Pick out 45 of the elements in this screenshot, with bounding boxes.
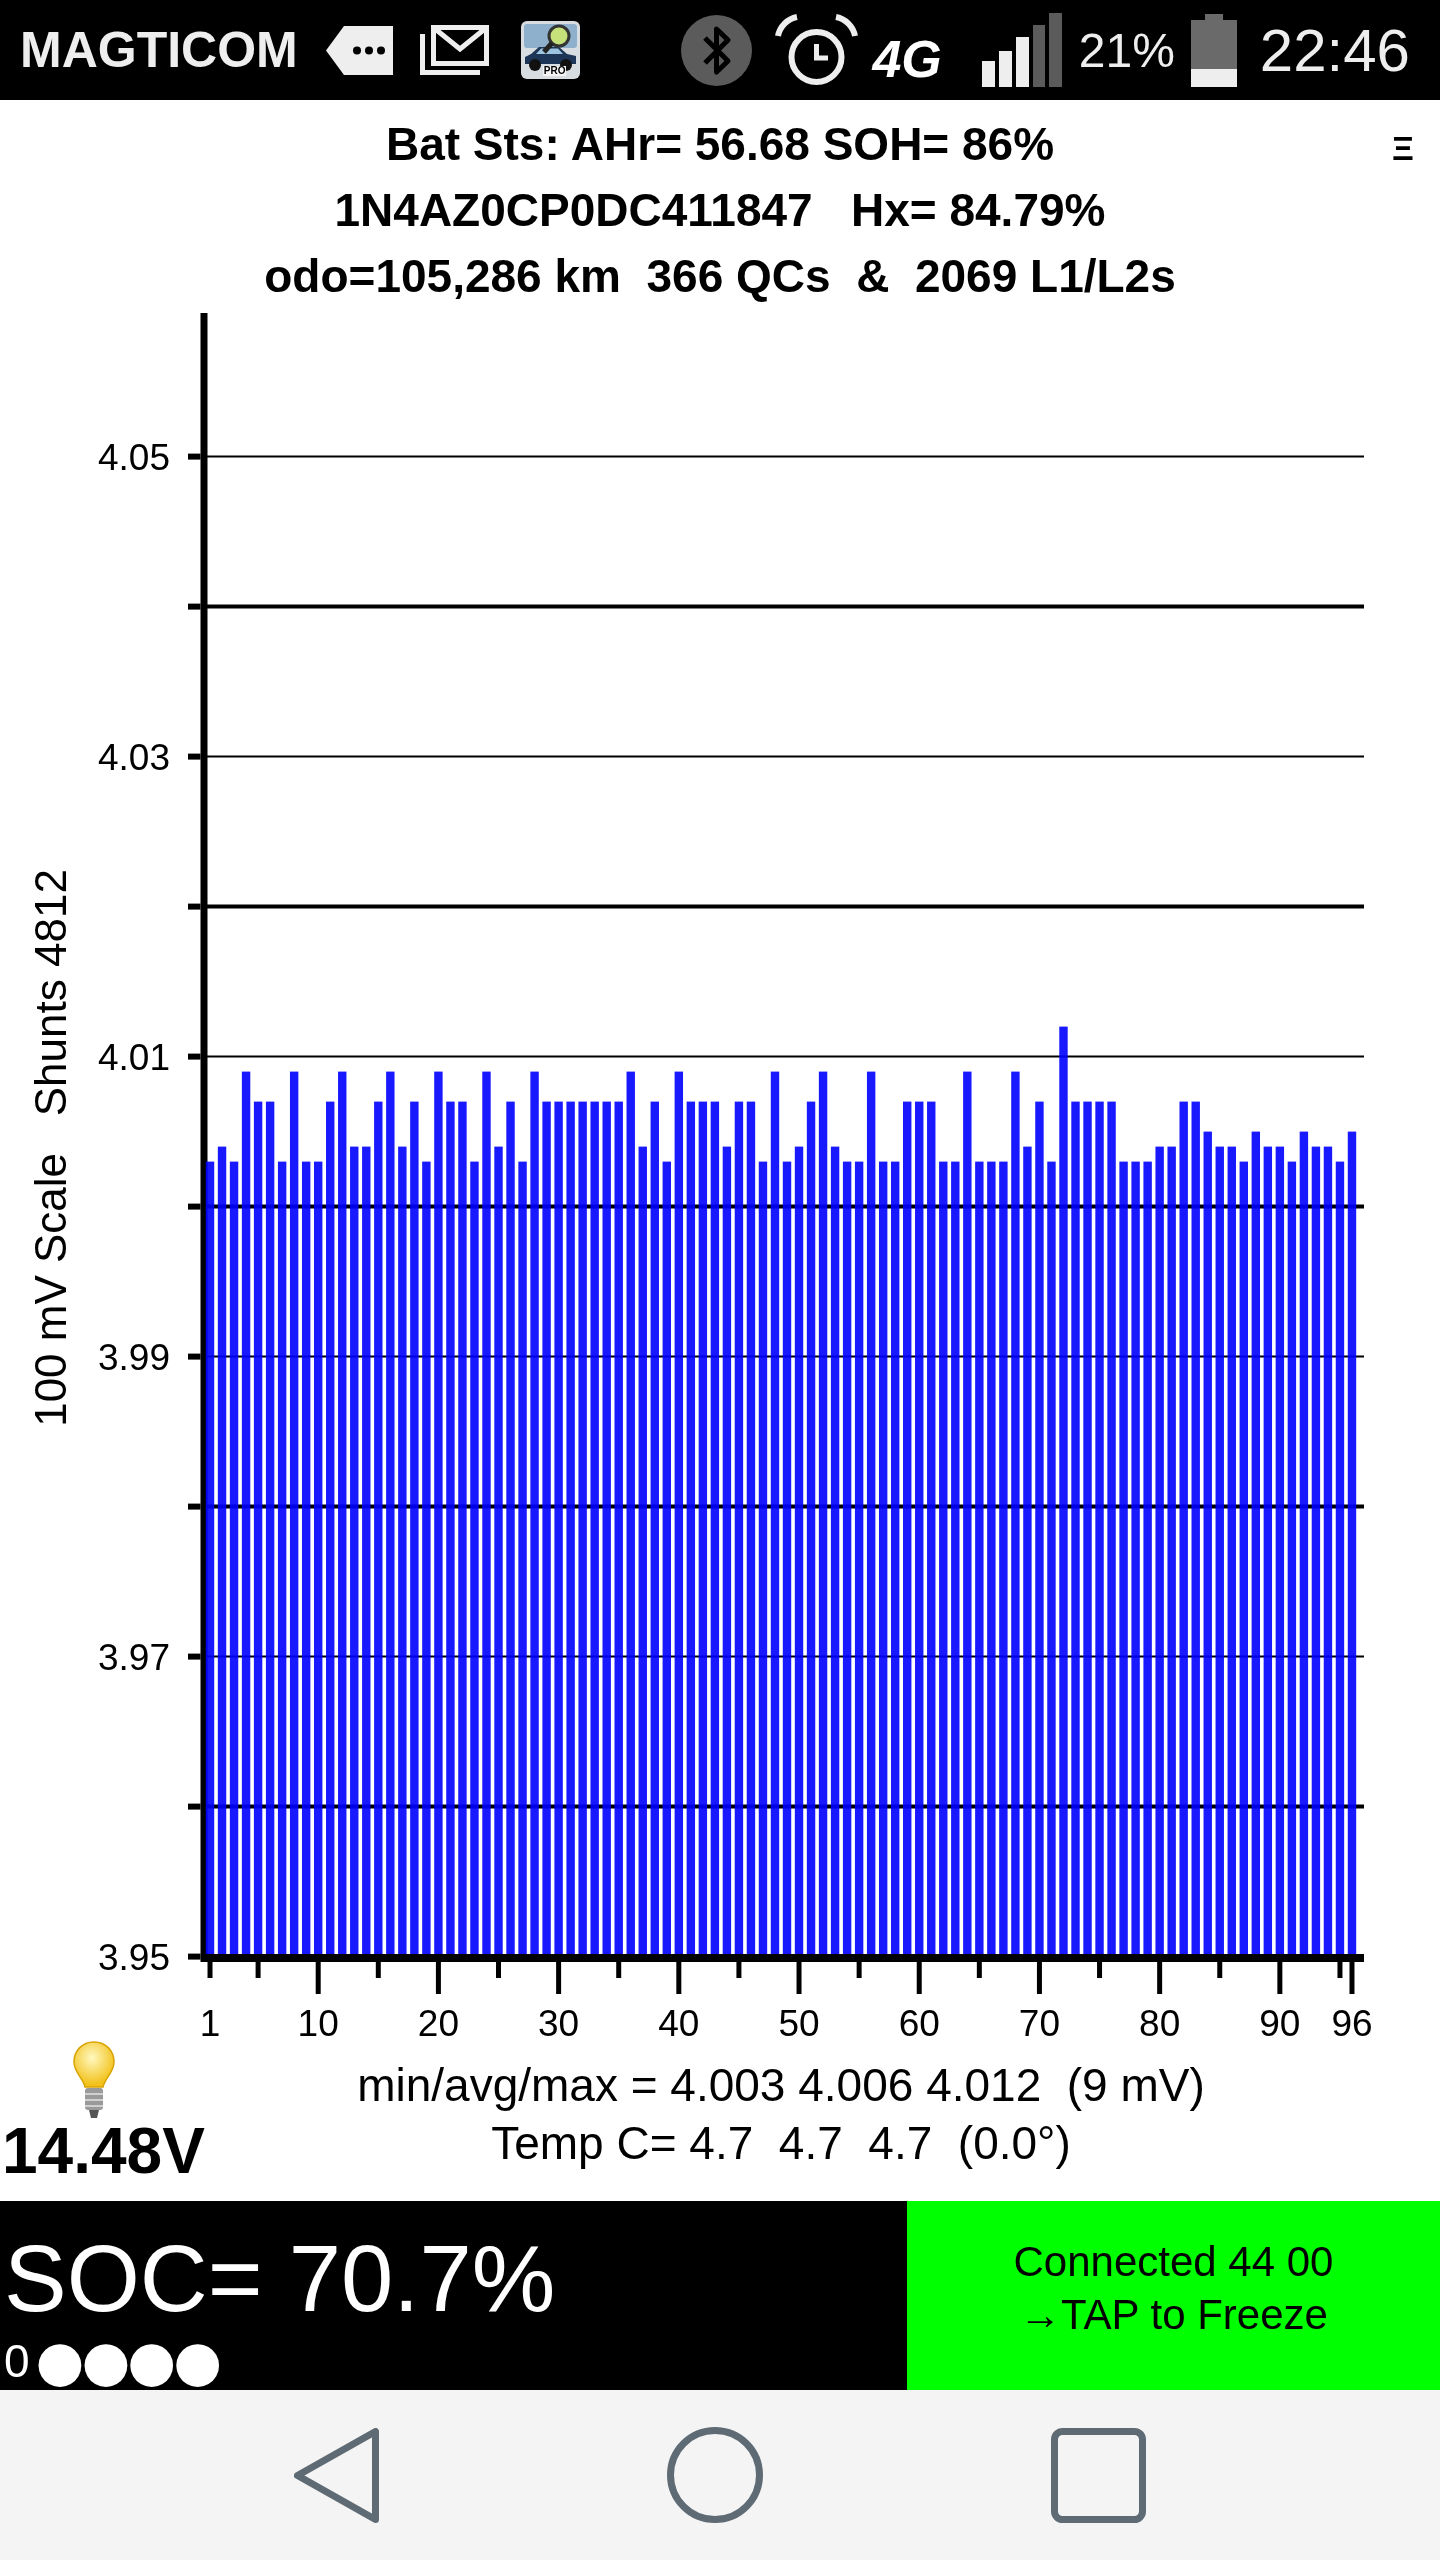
y-axis-title: 100 mV Scale Shunts 4812 [26, 869, 75, 1427]
indicator-digit: 0 [4, 2336, 30, 2386]
lightbulb-icon [73, 2041, 115, 2119]
x-tick-label: 60 [898, 2003, 940, 2040]
x-tick-label: 50 [778, 2003, 820, 2040]
x-tick-label: 20 [417, 2003, 459, 2040]
min-avg-max-text: min/avg/max = 4.003 4.006 4.012 (9 mV) [357, 2058, 1205, 2113]
temperature-text: Temp C= 4.7 4.7 4.7 (0.0°) [491, 2116, 1071, 2171]
odometer-text: odo=105,286 km 366 QCs & 2069 L1/L2s [264, 249, 1176, 304]
signal-strength-icon [981, 13, 1062, 87]
menu-button[interactable]: Ξ [1392, 131, 1414, 165]
x-tick-label: 30 [538, 2003, 580, 2040]
x-tick-label: 96 [1331, 2003, 1373, 2040]
x-tick-label: 1 [199, 2003, 221, 2040]
y-tick-label: 4.03 [98, 736, 170, 778]
y-tick-label: 3.97 [98, 1636, 170, 1678]
voltage-reading: 14.48V [2, 2119, 205, 2183]
icon-badge-label: PRO [542, 66, 567, 76]
alarm-clock-icon [775, 14, 859, 86]
x-tick-label: 70 [1018, 2003, 1060, 2040]
y-tick-label: 4.01 [98, 1036, 170, 1078]
y-tick-label: 3.95 [98, 1936, 170, 1978]
y-tick-label: 4.05 [98, 436, 170, 478]
soc-reading: SOC= 70.7% [4, 2232, 556, 2326]
home-icon[interactable] [667, 2427, 763, 2523]
battery-status-text: Bat Sts: AHr= 56.68 SOH= 86% [385, 117, 1055, 172]
battery-percent: 21% [1078, 22, 1175, 78]
bluetooth-icon [681, 14, 753, 86]
indicator-dots: ●●●● [35, 2336, 220, 2386]
car-magnifier-icon [520, 21, 580, 79]
mail-icon [419, 25, 489, 75]
carrier-name: MAGTICOM [20, 21, 298, 79]
x-tick-label: 80 [1139, 2003, 1181, 2040]
back-icon[interactable] [294, 2427, 379, 2523]
y-tick-label: 3.99 [98, 1336, 170, 1378]
vin-health-text: 1N4AZ0CP0DC411847 Hx= 84.79% [334, 183, 1106, 238]
clock-time: 22:46 [1259, 15, 1410, 85]
recent-apps-icon[interactable] [1051, 2427, 1146, 2523]
x-tick-label: 90 [1259, 2003, 1301, 2040]
network-type-label: 4G [872, 29, 942, 89]
battery-icon [1190, 13, 1237, 87]
x-tick-label: 40 [658, 2003, 700, 2040]
x-tick-label: 10 [297, 2003, 339, 2040]
tag-icon [325, 25, 393, 75]
freeze-button[interactable]: Connected 44 00 →TAP to Freeze [907, 2201, 1440, 2390]
